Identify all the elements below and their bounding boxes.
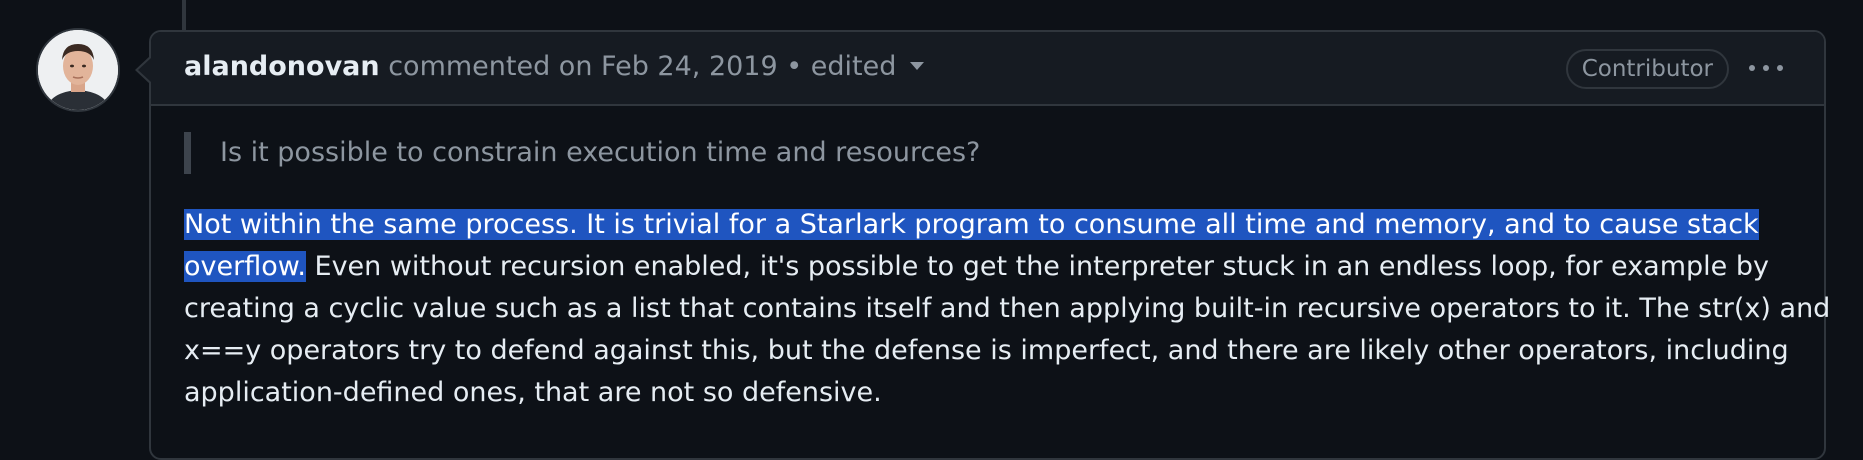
paragraph-text: x==y operators try to defend against thi… xyxy=(184,335,1789,366)
blockquote: Is it possible to constrain execution ti… xyxy=(184,132,1764,174)
role-badge: Contributor xyxy=(1565,49,1729,89)
edited-label: edited xyxy=(810,51,897,82)
comment-date[interactable]: Feb 24, 2019 xyxy=(601,51,778,82)
author-avatar[interactable] xyxy=(36,28,120,112)
paragraph-text: creating a cyclic value such as a list t… xyxy=(184,293,1831,324)
avatar-portrait-icon xyxy=(38,30,118,110)
selected-text: overflow. xyxy=(184,251,306,282)
edited-dropdown[interactable]: edited xyxy=(811,51,925,82)
author-link[interactable]: alandonovan xyxy=(184,51,380,82)
paragraph-text: Even without recursion enabled, it's pos… xyxy=(305,251,1769,282)
comment-card: alandonovan commented on Feb 24, 2019 • … xyxy=(149,30,1831,460)
meta-separator: • xyxy=(786,51,803,82)
comment-meta: alandonovan commented on Feb 24, 2019 • … xyxy=(184,49,925,85)
triangle-down-icon xyxy=(910,61,925,70)
kebab-horizontal-icon[interactable] xyxy=(1746,56,1786,80)
comment-paragraph: Not within the same process. It is trivi… xyxy=(184,204,1831,414)
comment-pointer-fill xyxy=(138,58,151,82)
selected-text: Not within the same process. It is trivi… xyxy=(184,209,1759,240)
comment-body: Is it possible to constrain execution ti… xyxy=(184,132,1831,414)
comment-header: alandonovan commented on Feb 24, 2019 • … xyxy=(151,32,1824,106)
paragraph-text: application-defined ones, that are not s… xyxy=(184,377,882,408)
comment-action: commented on xyxy=(388,51,593,82)
timeline-line xyxy=(182,0,186,30)
